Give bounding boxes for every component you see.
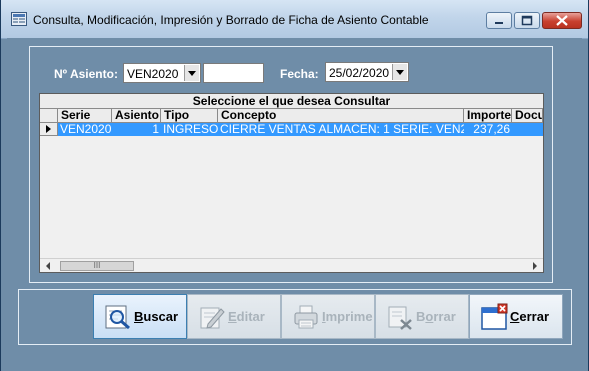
asiento-serie-select[interactable]: VEN2020: [123, 63, 201, 83]
cell-serie: VEN2020: [60, 123, 112, 136]
buscar-label: Buscar: [134, 309, 179, 324]
close-icon: [556, 15, 568, 26]
scroll-right-icon[interactable]: [533, 262, 537, 270]
chevron-down-icon[interactable]: [184, 65, 199, 81]
edit-icon: [200, 307, 225, 329]
title-bar[interactable]: Consulta, Modificación, Impresión y Borr…: [1, 0, 588, 39]
search-icon: [105, 305, 130, 330]
close-window-button[interactable]: [542, 12, 582, 29]
asiento-label: Nº Asiento:: [54, 67, 118, 81]
current-row-arrow-icon: [40, 123, 58, 136]
maximize-icon: [521, 15, 533, 26]
col-header-importe[interactable]: Importe: [464, 109, 512, 123]
window-title: Consulta, Modificación, Impresión y Borr…: [33, 13, 429, 27]
asientos-grid[interactable]: Seleccione el que desea Consultar Serie …: [39, 93, 544, 273]
col-header-serie[interactable]: Serie: [58, 109, 112, 123]
minimize-icon: [495, 22, 503, 24]
grid-caption: Seleccione el que desea Consultar: [40, 94, 543, 109]
imprime-label: Imprime: [322, 309, 373, 324]
fecha-value: 25/02/2020: [329, 66, 390, 80]
row-header-corner: [40, 109, 58, 123]
maximize-button[interactable]: [514, 12, 540, 29]
col-header-asiento[interactable]: Asiento: [112, 109, 161, 123]
cerrar-label: Cerrar: [510, 309, 550, 324]
editar-button[interactable]: Editar: [187, 294, 281, 339]
col-header-docu[interactable]: Docu: [512, 109, 543, 123]
cerrar-button[interactable]: Cerrar: [469, 294, 563, 339]
scroll-thumb[interactable]: III: [60, 261, 134, 271]
close-window-icon: [481, 303, 508, 330]
main-window: Consulta, Modificación, Impresión y Borr…: [0, 0, 589, 371]
horizontal-scrollbar[interactable]: III: [40, 258, 543, 272]
asiento-serie-value: VEN2020: [127, 67, 179, 81]
cell-docu: [512, 123, 543, 136]
table-row[interactable]: VEN2020 1 INGRESO CIERRE VENTAS ALMACEN:…: [58, 123, 543, 136]
calendar-dropdown-icon[interactable]: [392, 64, 407, 80]
asiento-numero-input[interactable]: [203, 63, 264, 83]
app-icon: [11, 12, 27, 26]
cell-tipo: INGRESO: [163, 123, 218, 136]
delete-icon: [388, 306, 412, 330]
form-body: Nº Asiento: VEN2020 Fecha: 25/02/2020 Se…: [7, 38, 582, 365]
fecha-label: Fecha:: [280, 67, 319, 81]
borrar-label: Borrar: [416, 309, 456, 324]
borrar-button[interactable]: Borrar: [375, 294, 469, 339]
printer-icon: [294, 305, 318, 329]
editar-label: Editar: [228, 309, 265, 324]
buscar-button[interactable]: Buscar: [93, 294, 187, 339]
fecha-picker[interactable]: 25/02/2020: [325, 62, 409, 82]
col-header-tipo[interactable]: Tipo: [161, 109, 218, 123]
cell-concepto: CIERRE VENTAS ALMACEN: 1 SERIE: VEN2020: [220, 123, 464, 136]
cell-asiento: 1: [152, 123, 159, 136]
minimize-button[interactable]: [486, 12, 512, 29]
imprime-button[interactable]: Imprime: [281, 294, 375, 339]
cell-importe: 237,26: [473, 123, 510, 136]
scroll-left-icon[interactable]: [46, 262, 50, 270]
col-header-concepto[interactable]: Concepto: [218, 109, 464, 123]
